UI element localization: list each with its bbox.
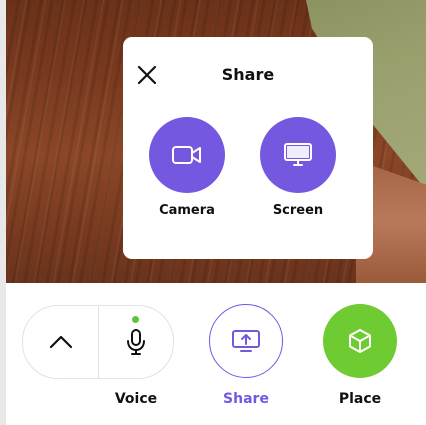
bottom-toolbar: Voice Share Place — [6, 283, 426, 425]
share-screen-icon — [232, 330, 260, 352]
microphone-button[interactable] — [99, 306, 173, 378]
expand-voice-button[interactable] — [23, 306, 98, 378]
voice-label: Voice — [114, 391, 158, 407]
share-button[interactable] — [209, 304, 283, 378]
share-screen-button[interactable]: Screen — [248, 117, 348, 218]
screen-circle — [260, 117, 336, 193]
mic-active-indicator — [132, 316, 139, 323]
screen-label: Screen — [272, 203, 324, 218]
camera-circle — [149, 117, 225, 193]
share-label: Share — [223, 391, 269, 407]
microphone-icon — [127, 329, 145, 355]
cube-icon — [349, 329, 371, 353]
chevron-up-icon — [49, 335, 72, 349]
place-label: Place — [338, 391, 382, 407]
popup-title: Share — [221, 65, 275, 84]
voice-control-group — [22, 305, 174, 379]
place-button[interactable] — [323, 304, 397, 378]
monitor-icon — [284, 143, 312, 166]
share-camera-button[interactable]: Camera — [137, 117, 237, 218]
share-popup: Share Camera Screen — [123, 37, 373, 259]
camera-label: Camera — [159, 203, 215, 218]
video-camera-icon — [172, 146, 201, 164]
